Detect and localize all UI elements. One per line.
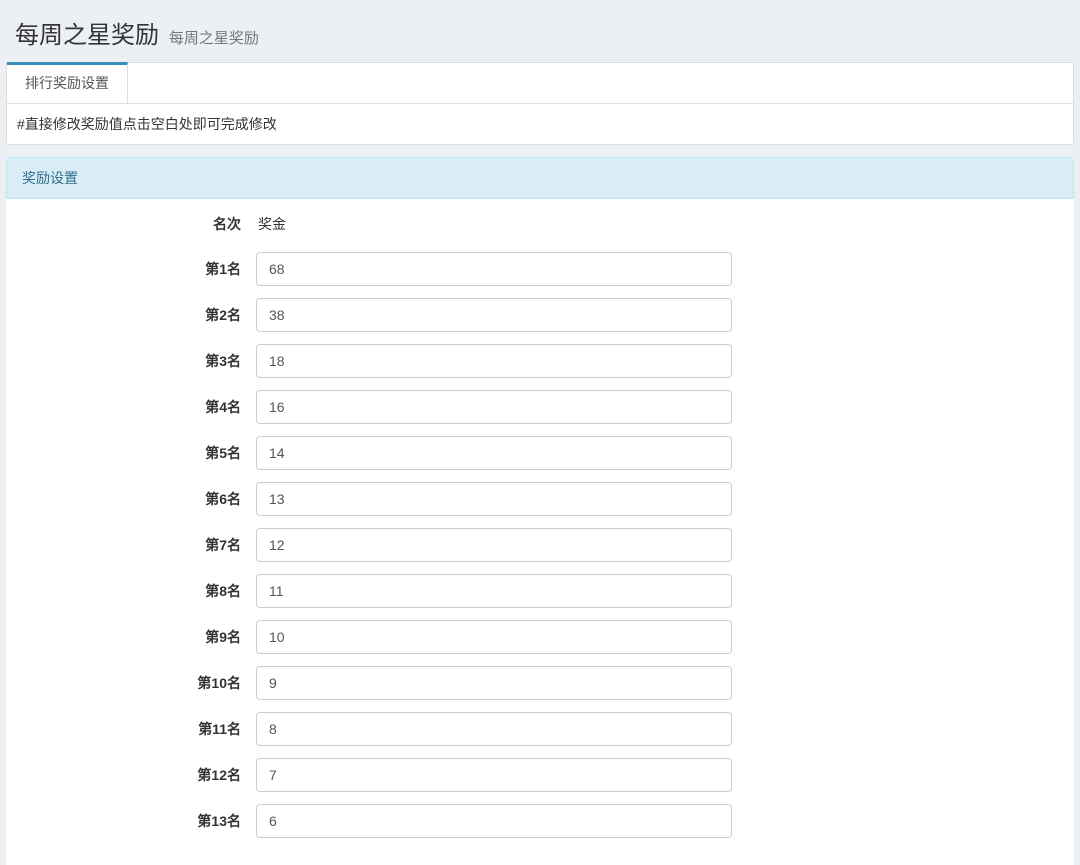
reward-input[interactable] — [256, 482, 732, 516]
content-area: 排行奖励设置 #直接修改奖励值点击空白处即可完成修改 奖励设置 名次 奖金 第1… — [0, 62, 1080, 865]
table-row: 第6名 — [21, 482, 1059, 516]
rank-label: 第12名 — [21, 765, 256, 785]
reward-input[interactable] — [256, 712, 732, 746]
tabs-header: 排行奖励设置 — [7, 63, 1073, 104]
reward-input[interactable] — [256, 574, 732, 608]
table-row: 第3名 — [21, 344, 1059, 378]
table-row: 第9名 — [21, 620, 1059, 654]
rank-label: 第7名 — [21, 535, 256, 555]
rank-label: 第3名 — [21, 351, 256, 371]
table-row: 第7名 — [21, 528, 1059, 562]
page-title: 每周之星奖励 — [15, 22, 159, 49]
reward-input[interactable] — [256, 436, 732, 470]
tabs-body: #直接修改奖励值点击空白处即可完成修改 — [7, 104, 1073, 144]
table-row: 第1名 — [21, 252, 1059, 286]
rank-label: 第6名 — [21, 489, 256, 509]
panel-heading: 奖励设置 — [6, 157, 1074, 199]
rank-label: 第5名 — [21, 443, 256, 463]
table-row: 第5名 — [21, 436, 1059, 470]
table-row: 第12名 — [21, 758, 1059, 792]
rank-label: 第13名 — [21, 811, 256, 831]
reward-input[interactable] — [256, 620, 732, 654]
form-reward: 名次 奖金 第1名 第2名 第3名 第4名 — [21, 214, 1059, 838]
table-row: 第8名 — [21, 574, 1059, 608]
table-row: 第2名 — [21, 298, 1059, 332]
rank-label: 第10名 — [21, 673, 256, 693]
tab-ranking-settings[interactable]: 排行奖励设置 — [7, 62, 128, 103]
rank-label: 第1名 — [21, 259, 256, 279]
hint-text: #直接修改奖励值点击空白处即可完成修改 — [17, 116, 277, 132]
rank-label: 第8名 — [21, 581, 256, 601]
column-header-reward: 奖金 — [256, 214, 286, 234]
panel-body: 名次 奖金 第1名 第2名 第3名 第4名 — [6, 199, 1074, 865]
table-row: 第11名 — [21, 712, 1059, 746]
rank-label: 第4名 — [21, 397, 256, 417]
rank-label: 第9名 — [21, 627, 256, 647]
rank-label: 第2名 — [21, 305, 256, 325]
reward-input[interactable] — [256, 528, 732, 562]
page-subtitle: 每周之星奖励 — [169, 30, 259, 47]
table-row: 第10名 — [21, 666, 1059, 700]
reward-input[interactable] — [256, 252, 732, 286]
reward-input[interactable] — [256, 804, 732, 838]
reward-input[interactable] — [256, 344, 732, 378]
reward-input[interactable] — [256, 666, 732, 700]
reward-input[interactable] — [256, 390, 732, 424]
header-row: 名次 奖金 — [21, 214, 1059, 234]
reward-input[interactable] — [256, 298, 732, 332]
reward-input[interactable] — [256, 758, 732, 792]
table-row: 第4名 — [21, 390, 1059, 424]
tabs-box: 排行奖励设置 #直接修改奖励值点击空白处即可完成修改 — [6, 62, 1074, 145]
rank-label: 第11名 — [21, 719, 256, 739]
column-header-rank: 名次 — [21, 214, 256, 234]
panel-reward-settings: 奖励设置 名次 奖金 第1名 第2名 第3名 — [6, 157, 1074, 865]
table-row: 第13名 — [21, 804, 1059, 838]
page-header: 每周之星奖励 每周之星奖励 — [0, 0, 1080, 62]
